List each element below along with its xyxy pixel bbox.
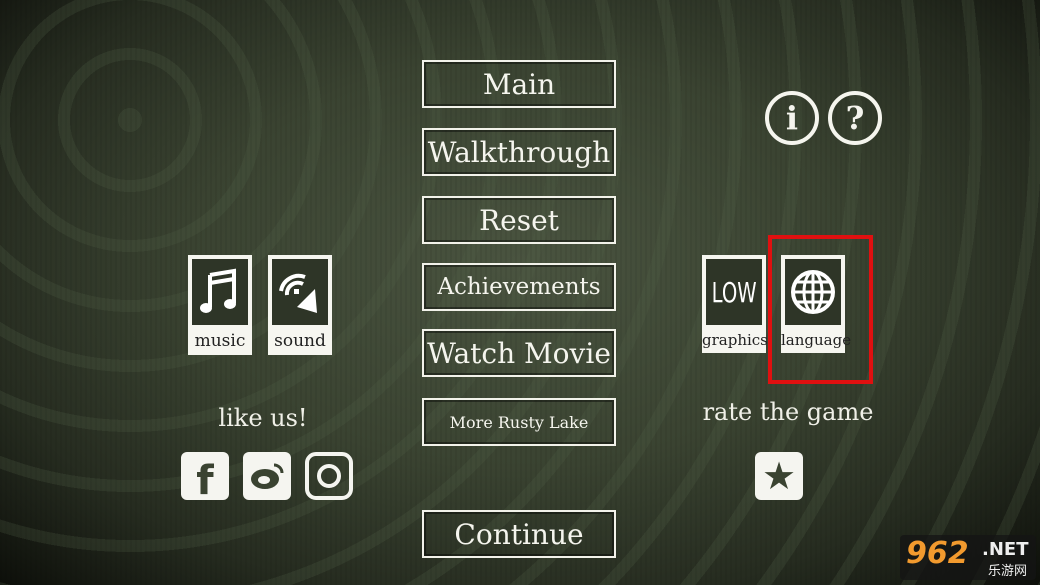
star-icon[interactable]: ★ <box>755 452 803 500</box>
main-button[interactable]: Main <box>422 60 616 108</box>
graphics-label: graphics <box>702 331 768 349</box>
watermark: 962 .NET 乐游网 <box>900 535 1036 580</box>
facebook-icon[interactable]: f <box>181 452 229 504</box>
reset-button[interactable]: Reset <box>422 196 616 244</box>
graphics-toggle[interactable]: LOW graphics <box>702 255 768 353</box>
like-us-label: like us! <box>218 404 308 432</box>
sound-icon <box>272 259 328 325</box>
music-note-icon <box>192 259 248 325</box>
music-label: music <box>194 331 246 351</box>
highlight-box <box>768 235 873 384</box>
instagram-icon[interactable] <box>305 452 353 500</box>
weibo-icon[interactable] <box>243 452 291 500</box>
watermark-suffix: .NET <box>982 539 1029 560</box>
help-icon[interactable]: ? <box>828 91 882 145</box>
settings-menu: Main Walkthrough Reset Achievements Watc… <box>0 0 1040 585</box>
continue-button[interactable]: Continue <box>422 510 616 558</box>
more-rusty-lake-button[interactable]: More Rusty Lake <box>422 398 616 446</box>
info-icon[interactable]: i <box>765 91 819 145</box>
achievements-button[interactable]: Achievements <box>422 263 616 311</box>
rate-label: rate the game <box>702 398 874 426</box>
music-toggle[interactable]: music <box>188 255 252 355</box>
sound-toggle[interactable]: sound <box>268 255 332 355</box>
graphics-level: LOW <box>706 259 762 325</box>
walkthrough-button[interactable]: Walkthrough <box>422 128 616 176</box>
watch-movie-button[interactable]: Watch Movie <box>422 329 616 377</box>
graphics-value: LOW <box>711 275 757 309</box>
watermark-brand: 962 <box>906 536 969 571</box>
sound-label: sound <box>274 331 326 351</box>
watermark-sub: 乐游网 <box>988 564 1028 579</box>
